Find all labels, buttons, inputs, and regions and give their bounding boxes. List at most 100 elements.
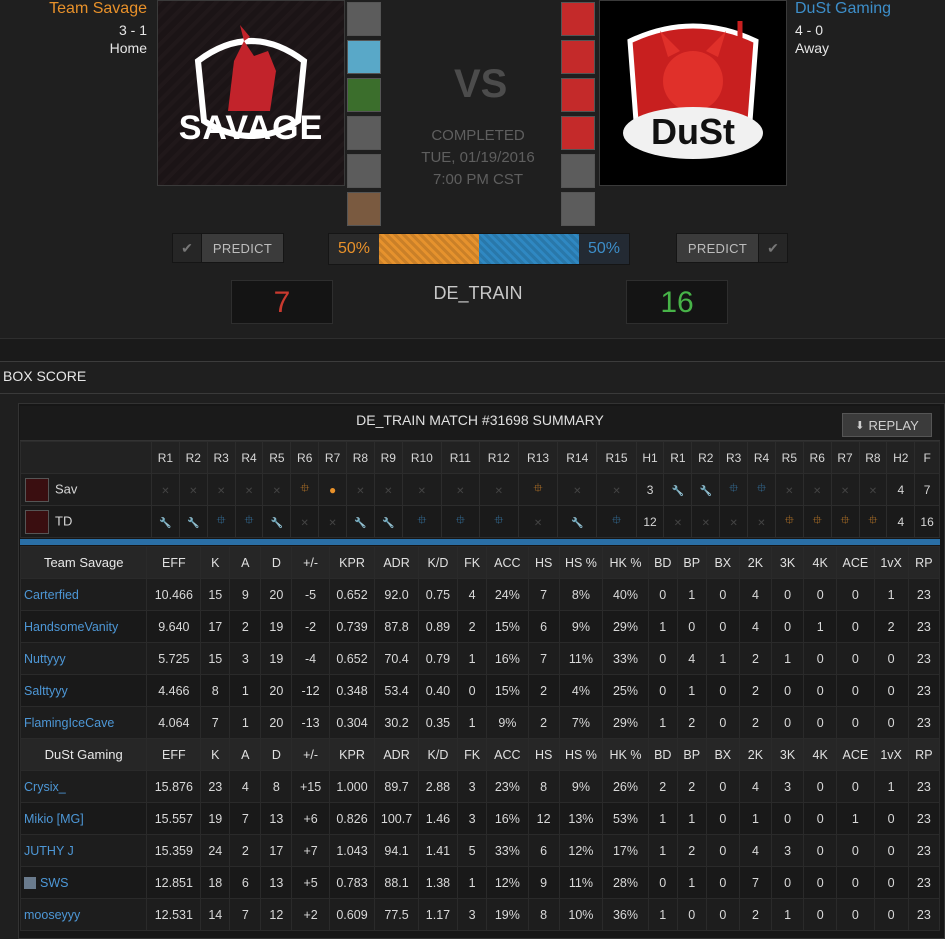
stats-column-header[interactable]: HK % — [602, 546, 649, 579]
home-team-logo[interactable]: SAVAGE — [157, 0, 345, 186]
away-team-name[interactable]: DuSt Gaming — [795, 0, 891, 18]
stats-column-header[interactable]: ADR — [374, 546, 419, 579]
stats-column-header[interactable]: K/D — [417, 738, 459, 771]
stats-column-header[interactable]: K — [200, 738, 231, 771]
away-team-logo[interactable]: DuSt — [599, 0, 787, 186]
stats-column-header[interactable]: 1vX — [873, 738, 909, 771]
player-avatar[interactable] — [347, 192, 381, 226]
player-name-link[interactable]: HandsomeVanity — [19, 610, 148, 643]
stat-cell: 0 — [770, 802, 805, 835]
stats-column-header[interactable]: RP — [907, 738, 941, 771]
round-result-cell: ⯐ — [517, 473, 559, 506]
stat-cell: 0.79 — [417, 642, 459, 675]
round-result-cell: ✕ — [401, 473, 442, 506]
stats-column-header[interactable]: 4K — [803, 738, 838, 771]
stats-column-header[interactable]: ACE — [836, 546, 875, 579]
player-avatar[interactable] — [347, 116, 381, 150]
stats-column-header[interactable]: 1vX — [873, 546, 909, 579]
stat-cell: 23 — [200, 770, 231, 803]
stats-column-header[interactable]: 3K — [770, 546, 805, 579]
stats-column-header[interactable]: D — [260, 738, 293, 771]
stats-column-header[interactable]: EFF — [146, 546, 202, 579]
stats-column-header[interactable]: K/D — [417, 546, 459, 579]
round-result-cell: ✕ — [691, 505, 721, 538]
stats-column-header[interactable]: BP — [676, 546, 707, 579]
stats-column-header[interactable]: BD — [647, 546, 678, 579]
player-avatar[interactable] — [561, 154, 595, 188]
round-result-cell: ⯐ — [858, 505, 888, 538]
defuse-icon: 🔧 — [571, 517, 584, 529]
stats-column-header[interactable]: 4K — [803, 546, 838, 579]
no-result-icon: ✕ — [813, 485, 822, 497]
stats-column-header[interactable]: A — [229, 738, 262, 771]
round-header: R6 — [802, 441, 832, 474]
stats-column-header[interactable]: HS — [527, 738, 560, 771]
stat-cell: 4.466 — [146, 674, 202, 707]
player-avatar[interactable] — [347, 2, 381, 36]
stats-column-header[interactable]: ACC — [486, 738, 529, 771]
player-avatar[interactable] — [561, 116, 595, 150]
stats-column-header[interactable]: A — [229, 546, 262, 579]
stats-column-header[interactable]: 3K — [770, 738, 805, 771]
player-name-link[interactable]: Crysix_ — [19, 770, 148, 803]
stats-column-header[interactable]: ACC — [486, 546, 529, 579]
replay-button[interactable]: ⬇ REPLAY — [842, 413, 932, 437]
player-name-link[interactable]: FlamingIceCave — [19, 706, 148, 739]
home-team-name[interactable]: Team Savage — [49, 0, 147, 18]
player-name-link[interactable]: Mikio [MG] — [19, 802, 148, 835]
player-avatar[interactable] — [347, 78, 381, 112]
stats-column-header[interactable]: HK % — [602, 738, 649, 771]
player-avatar[interactable] — [561, 2, 595, 36]
stats-column-header[interactable]: D — [260, 546, 293, 579]
stats-column-header[interactable]: EFF — [146, 738, 202, 771]
stats-column-header[interactable]: BP — [676, 738, 707, 771]
team-abbr: TD — [55, 512, 73, 528]
stat-cell: 7 — [738, 866, 773, 899]
player-name-link[interactable]: Nuttyyy — [19, 642, 148, 675]
round-result-cell: ● — [318, 473, 348, 506]
stat-cell: 2 — [676, 834, 707, 867]
home-predict-button[interactable]: ✔ PREDICT — [172, 233, 284, 263]
player-name-link[interactable]: mooseyyy — [19, 898, 148, 931]
stats-column-header[interactable]: RP — [907, 546, 941, 579]
player-avatar[interactable] — [561, 78, 595, 112]
stats-column-header[interactable]: FK — [457, 546, 488, 579]
stats-column-header[interactable]: ADR — [374, 738, 419, 771]
player-avatar[interactable] — [561, 192, 595, 226]
stat-cell: 1 — [647, 834, 678, 867]
player-avatar[interactable] — [347, 40, 381, 74]
player-name-link[interactable]: JUTHY J — [19, 834, 148, 867]
stats-column-header[interactable]: HS % — [558, 546, 604, 579]
player-name-link[interactable]: Salttyyy — [19, 674, 148, 707]
round-header: R6 — [290, 441, 320, 474]
stats-column-header[interactable]: 2K — [738, 546, 773, 579]
download-icon: ⬇ — [855, 419, 865, 432]
stats-column-header[interactable]: KPR — [328, 546, 376, 579]
stats-column-header[interactable]: BX — [705, 546, 740, 579]
stat-cell: 0 — [836, 866, 875, 899]
player-avatar[interactable] — [561, 40, 595, 74]
player-name-link[interactable]: SWS — [19, 866, 148, 899]
stats-column-header[interactable]: KPR — [328, 738, 376, 771]
stat-cell: 2 — [676, 770, 707, 803]
player-name-link[interactable]: Carterfied — [19, 578, 148, 611]
stat-cell: 2 — [738, 642, 773, 675]
stats-column-header[interactable]: +/- — [291, 738, 330, 771]
stat-cell: 15.359 — [146, 834, 202, 867]
stats-column-header[interactable]: ACE — [836, 738, 875, 771]
player-avatar[interactable] — [347, 154, 381, 188]
stats-column-header[interactable]: K — [200, 546, 231, 579]
stat-cell: 26% — [602, 770, 649, 803]
stats-column-header[interactable]: HS — [527, 546, 560, 579]
stats-column-header[interactable]: BX — [705, 738, 740, 771]
round-result-cell: ✕ — [234, 473, 264, 506]
no-result-icon: ✕ — [494, 485, 503, 497]
stats-column-header[interactable]: 2K — [738, 738, 773, 771]
stats-column-header[interactable]: BD — [647, 738, 678, 771]
stats-column-header[interactable]: +/- — [291, 546, 330, 579]
stats-column-header[interactable]: HS % — [558, 738, 604, 771]
round-header-blank — [20, 441, 152, 474]
stats-column-header[interactable]: FK — [457, 738, 488, 771]
away-predict-button[interactable]: PREDICT ✔ — [676, 233, 788, 263]
stat-cell: 3 — [229, 642, 262, 675]
